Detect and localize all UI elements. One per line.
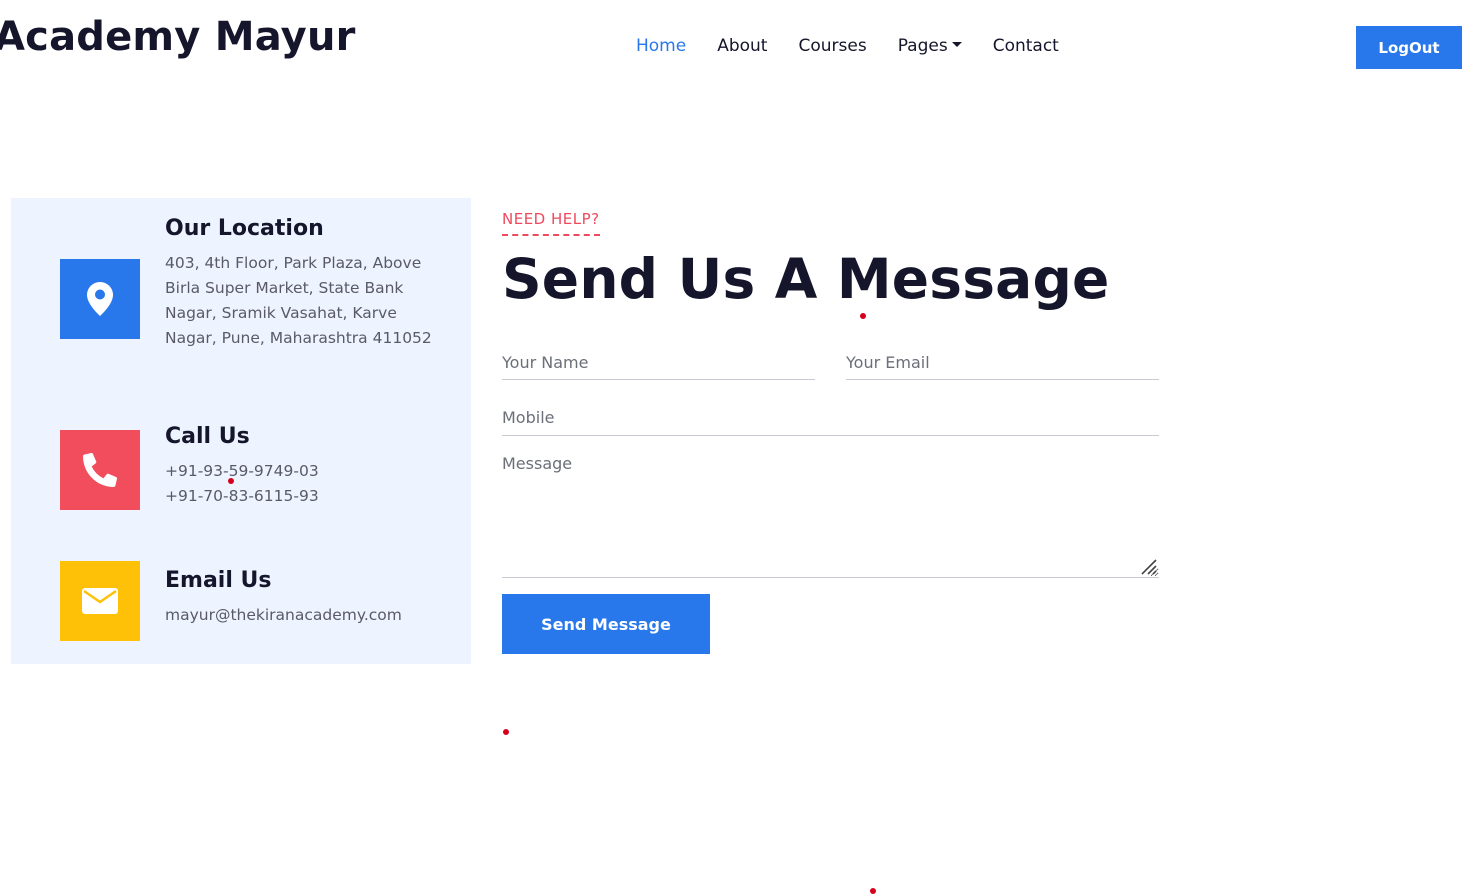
phone-number[interactable]: +91-70-83-6115-93: [165, 484, 435, 509]
name-field[interactable]: [502, 345, 815, 380]
section-eyebrow: NEED HELP?: [502, 210, 600, 236]
main-nav: Home About Courses Pages Contact: [636, 36, 1090, 56]
message-field[interactable]: [502, 452, 1159, 578]
phone-number[interactable]: +91-93-59-9749-03: [165, 459, 435, 484]
email-field[interactable]: [846, 345, 1159, 380]
nav-item-courses[interactable]: Courses: [798, 36, 866, 56]
map-pin-icon: [60, 259, 140, 339]
page-title: Send Us A Message: [502, 247, 1110, 311]
marker-dot: [860, 313, 866, 319]
nav-item-pages-label: Pages: [897, 36, 948, 56]
location-title: Our Location: [165, 216, 324, 241]
nav-item-about[interactable]: About: [717, 36, 767, 56]
nav-item-home[interactable]: Home: [636, 36, 686, 56]
phone-icon: [60, 430, 140, 510]
brand-logo-text[interactable]: Academy Mayur: [0, 14, 356, 60]
call-title: Call Us: [165, 424, 250, 449]
chevron-down-icon: [951, 42, 962, 47]
logout-button[interactable]: LogOut: [1356, 26, 1462, 69]
email-address[interactable]: mayur@thekiranacademy.com: [165, 603, 435, 628]
email-title: Email Us: [165, 568, 272, 593]
nav-item-pages[interactable]: Pages: [898, 36, 962, 56]
marker-dot: [228, 478, 234, 484]
resize-handle-icon[interactable]: [1140, 558, 1158, 576]
send-message-button[interactable]: Send Message: [502, 594, 710, 654]
contact-info-panel: Our Location 403, 4th Floor, Park Plaza,…: [11, 198, 471, 664]
nav-item-contact[interactable]: Contact: [993, 36, 1059, 56]
location-address: 403, 4th Floor, Park Plaza, Above Birla …: [165, 254, 432, 347]
mobile-field[interactable]: [502, 400, 1159, 436]
marker-dot: [870, 888, 876, 894]
marker-dot: [503, 729, 509, 735]
envelope-icon: [60, 561, 140, 641]
